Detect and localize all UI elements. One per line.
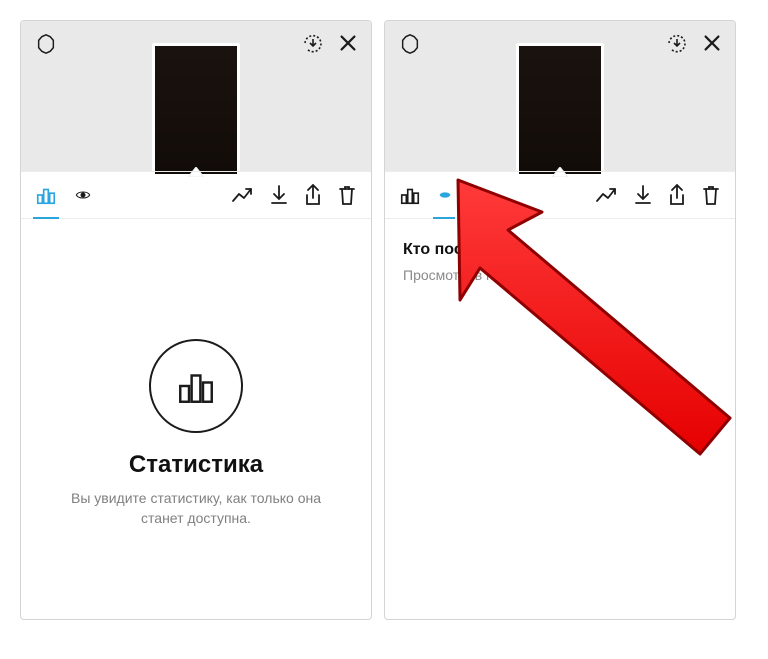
screen-stats: Статистика Вы увидите статистику, как то… [20,20,372,620]
settings-icon[interactable] [399,33,421,55]
delete-icon[interactable] [701,184,721,206]
story-thumbnail[interactable] [516,43,604,177]
tab-bar [21,171,371,219]
tab-bar [385,171,735,219]
stats-subtitle: Вы увидите статистику, как только она ст… [56,489,336,528]
story-thumbnail[interactable] [152,43,240,177]
delete-icon[interactable] [337,184,357,206]
views-tab-icon[interactable] [439,189,451,201]
share-icon[interactable] [303,184,323,206]
content-stats: Статистика Вы увидите статистику, как то… [21,219,371,619]
stats-illustration-icon [149,339,243,433]
close-icon[interactable] [701,32,723,54]
stats-title: Статистика [129,451,263,479]
screen-views: Кто посмо Просмотров п [384,20,736,620]
stats-tab-icon[interactable] [35,184,57,206]
promote-icon[interactable] [231,185,255,205]
save-story-icon[interactable] [301,31,325,55]
download-icon[interactable] [269,184,289,206]
download-icon[interactable] [633,184,653,206]
close-icon[interactable] [337,32,359,54]
settings-icon[interactable] [35,33,57,55]
promote-icon[interactable] [595,185,619,205]
stats-tab-icon[interactable] [399,184,421,206]
views-title: Кто посмо [403,241,717,259]
story-preview-area [21,21,371,171]
save-story-icon[interactable] [665,31,689,55]
views-tab-icon[interactable] [75,187,91,203]
share-icon[interactable] [667,184,687,206]
views-subtitle: Просмотров п [403,267,717,283]
story-preview-area [385,21,735,171]
content-views: Кто посмо Просмотров п [385,219,735,619]
